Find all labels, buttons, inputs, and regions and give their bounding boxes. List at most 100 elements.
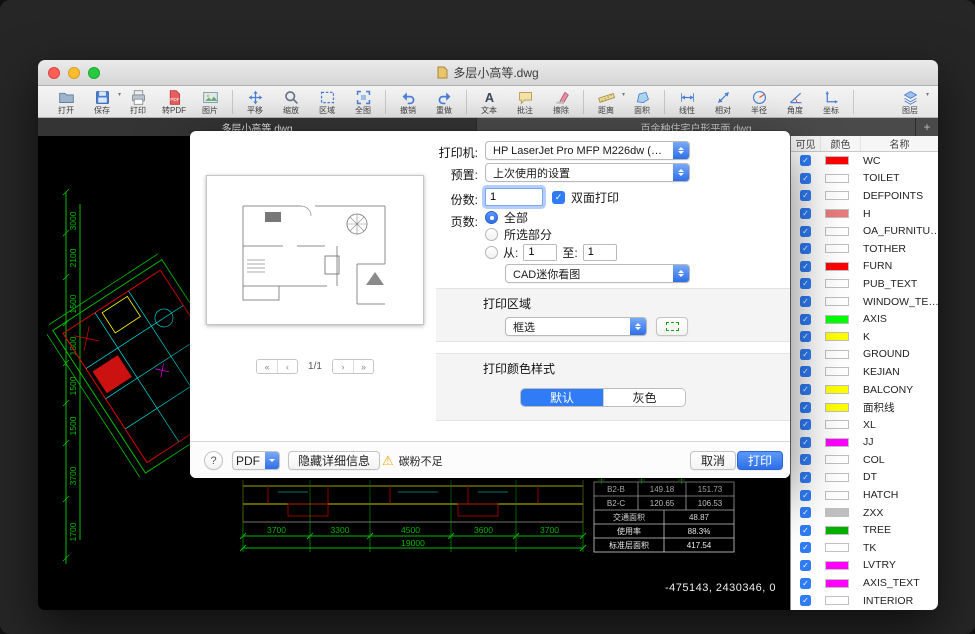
hide-details-button[interactable]: 隐藏详细信息	[288, 451, 380, 470]
layer-color-swatch[interactable]	[825, 279, 849, 288]
toolbar-button-radius[interactable]: 半径	[741, 87, 777, 117]
layer-color-swatch[interactable]	[825, 403, 849, 412]
pages-from-input[interactable]	[523, 244, 557, 261]
toolbar-button-coordinate[interactable]: 坐标	[813, 87, 849, 117]
layer-visible-checkbox[interactable]	[800, 243, 811, 254]
pages-all-radio[interactable]	[485, 211, 498, 224]
layer-visible-checkbox[interactable]	[800, 155, 811, 166]
toolbar-button-layers[interactable]: 图层▾	[892, 87, 928, 117]
layer-visible-checkbox[interactable]	[800, 525, 811, 536]
layer-visible-checkbox[interactable]	[800, 278, 811, 289]
pages-range-radio[interactable]	[485, 246, 498, 259]
layer-visible-checkbox[interactable]	[800, 261, 811, 272]
layer-visible-checkbox[interactable]	[800, 226, 811, 237]
toolbar-button-angle[interactable]: 角度	[777, 87, 813, 117]
layer-visible-checkbox[interactable]	[800, 366, 811, 377]
layer-color-swatch[interactable]	[825, 596, 849, 605]
toolbar-button-image[interactable]: 图片	[192, 87, 228, 117]
prev-page-button[interactable]: ‹	[277, 360, 297, 373]
print-area-select[interactable]: 框选	[505, 317, 647, 336]
layer-visible-checkbox[interactable]	[800, 208, 811, 219]
print-button[interactable]: 打印	[737, 451, 783, 470]
toolbar-button-open[interactable]: 打开	[48, 87, 84, 117]
printer-select[interactable]: HP LaserJet Pro MFP M226dw (BF2574)	[485, 141, 690, 160]
last-page-button[interactable]: »	[353, 360, 373, 373]
layer-visible-checkbox[interactable]	[800, 437, 811, 448]
copies-input[interactable]	[485, 188, 543, 206]
layer-color-swatch[interactable]	[825, 473, 849, 482]
toolbar-button-text[interactable]: A文本	[471, 87, 507, 117]
duplex-checkbox[interactable]	[552, 191, 565, 204]
toolbar-button-distance[interactable]: 距离▾	[588, 87, 624, 117]
layer-visible-checkbox[interactable]	[800, 402, 811, 413]
layer-visible-checkbox[interactable]	[800, 595, 811, 606]
layer-visible-checkbox[interactable]	[800, 542, 811, 553]
layer-visible-checkbox[interactable]	[800, 472, 811, 483]
layer-color-swatch[interactable]	[825, 455, 849, 464]
layer-color-swatch[interactable]	[825, 227, 849, 236]
toolbar-button-erase[interactable]: 擦除	[543, 87, 579, 117]
layer-color-swatch[interactable]	[825, 543, 849, 552]
layer-visible-checkbox[interactable]	[800, 331, 811, 342]
layer-color-swatch[interactable]	[825, 297, 849, 306]
layer-color-swatch[interactable]	[825, 420, 849, 429]
layer-color-swatch[interactable]	[825, 367, 849, 376]
minimize-window-button[interactable]	[68, 67, 80, 79]
layer-color-swatch[interactable]	[825, 561, 849, 570]
layer-color-swatch[interactable]	[825, 385, 849, 394]
layer-visible-checkbox[interactable]	[800, 419, 811, 430]
layer-visible-checkbox[interactable]	[800, 173, 811, 184]
toolbar-button-linear[interactable]: 线性	[669, 87, 705, 117]
close-window-button[interactable]	[48, 67, 60, 79]
presets-select[interactable]: 上次使用的设置	[485, 163, 690, 182]
layer-visible-checkbox[interactable]	[800, 578, 811, 589]
layer-color-swatch[interactable]	[825, 156, 849, 165]
toolbar-button-to-pdf[interactable]: PDF转PDF	[156, 87, 192, 117]
first-page-button[interactable]: «	[257, 360, 277, 373]
next-page-button[interactable]: ›	[333, 360, 353, 373]
toolbar-button-print[interactable]: 打印	[120, 87, 156, 117]
layer-visible-checkbox[interactable]	[800, 507, 811, 518]
layer-color-swatch[interactable]	[825, 262, 849, 271]
layer-color-swatch[interactable]	[825, 209, 849, 218]
toolbar-button-redo[interactable]: 重做	[426, 87, 462, 117]
layer-color-swatch[interactable]	[825, 438, 849, 447]
pages-selected-radio[interactable]	[485, 228, 498, 241]
pdf-menu-button[interactable]: PDF	[232, 451, 280, 470]
layer-visible-checkbox[interactable]	[800, 190, 811, 201]
pages-to-input[interactable]	[583, 244, 617, 261]
toolbar-button-save[interactable]: 保存▾	[84, 87, 120, 117]
toolbar-button-zoom[interactable]: 缩放	[273, 87, 309, 117]
toolbar-button-relative[interactable]: 相对	[705, 87, 741, 117]
color-gray-segment[interactable]: 灰色	[603, 389, 685, 406]
add-tab-button[interactable]: +	[916, 118, 938, 136]
layer-color-swatch[interactable]	[825, 315, 849, 324]
title-bar[interactable]: 多层小高等.dwg	[38, 60, 938, 86]
app-section-select[interactable]: CAD迷你看图	[505, 264, 690, 283]
toolbar-button-annotate[interactable]: 批注	[507, 87, 543, 117]
toolbar-button-area[interactable]: 面积	[624, 87, 660, 117]
layer-color-swatch[interactable]	[825, 526, 849, 535]
toolbar-button-undo[interactable]: 撤销	[390, 87, 426, 117]
cancel-button[interactable]: 取消	[690, 451, 736, 470]
help-button[interactable]: ?	[204, 451, 223, 470]
layer-color-swatch[interactable]	[825, 579, 849, 588]
layer-visible-checkbox[interactable]	[800, 490, 811, 501]
layer-color-swatch[interactable]	[825, 491, 849, 500]
layer-color-swatch[interactable]	[825, 508, 849, 517]
layer-visible-checkbox[interactable]	[800, 349, 811, 360]
color-default-segment[interactable]: 默认	[521, 389, 603, 406]
toolbar-button-pan[interactable]: 平移	[237, 87, 273, 117]
layer-color-swatch[interactable]	[825, 191, 849, 200]
layer-visible-checkbox[interactable]	[800, 296, 811, 307]
zoom-window-button[interactable]	[88, 67, 100, 79]
layer-visible-checkbox[interactable]	[800, 560, 811, 571]
layer-color-swatch[interactable]	[825, 350, 849, 359]
layer-color-swatch[interactable]	[825, 332, 849, 341]
layer-color-swatch[interactable]	[825, 174, 849, 183]
layer-visible-checkbox[interactable]	[800, 454, 811, 465]
layer-visible-checkbox[interactable]	[800, 384, 811, 395]
pick-area-button[interactable]	[656, 317, 688, 336]
layer-visible-checkbox[interactable]	[800, 314, 811, 325]
toolbar-button-region[interactable]: 区域	[309, 87, 345, 117]
